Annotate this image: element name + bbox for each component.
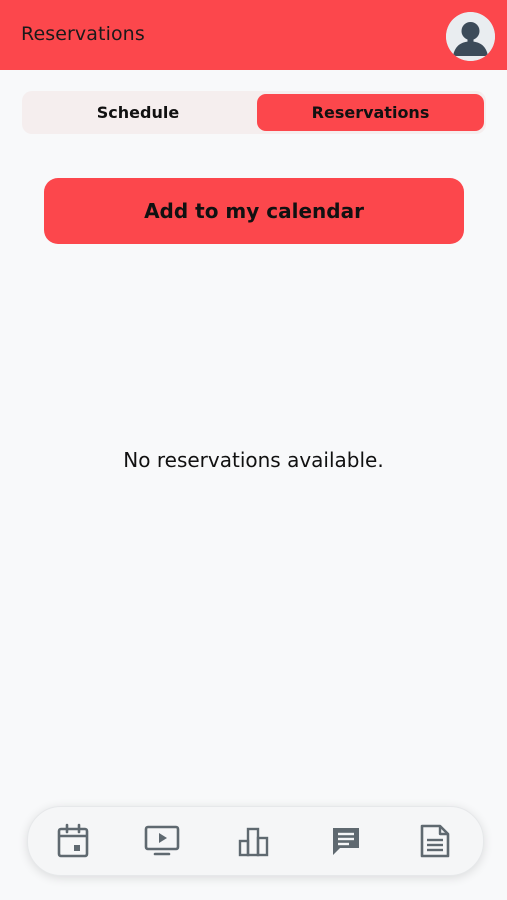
video-play-icon (143, 824, 181, 858)
nav-item-messages[interactable] (326, 821, 366, 861)
view-tabs: Schedule Reservations (22, 91, 486, 134)
nav-item-videos[interactable] (142, 821, 182, 861)
bar-chart-icon (236, 824, 272, 858)
add-to-calendar-button[interactable]: Add to my calendar (44, 178, 464, 244)
nav-item-stats[interactable] (234, 821, 274, 861)
bottom-navigation (27, 806, 484, 876)
empty-state-message: No reservations available. (123, 448, 384, 472)
tab-schedule[interactable]: Schedule (25, 94, 251, 131)
app-header: Reservations (0, 0, 507, 70)
tab-reservations[interactable]: Reservations (257, 94, 484, 131)
chat-icon (329, 824, 363, 858)
page-title: Reservations (21, 23, 145, 45)
nav-item-calendar[interactable] (53, 821, 93, 861)
nav-item-documents[interactable] (415, 821, 455, 861)
calendar-icon (56, 823, 90, 859)
user-avatar-icon[interactable] (446, 12, 495, 61)
document-icon (418, 823, 452, 859)
